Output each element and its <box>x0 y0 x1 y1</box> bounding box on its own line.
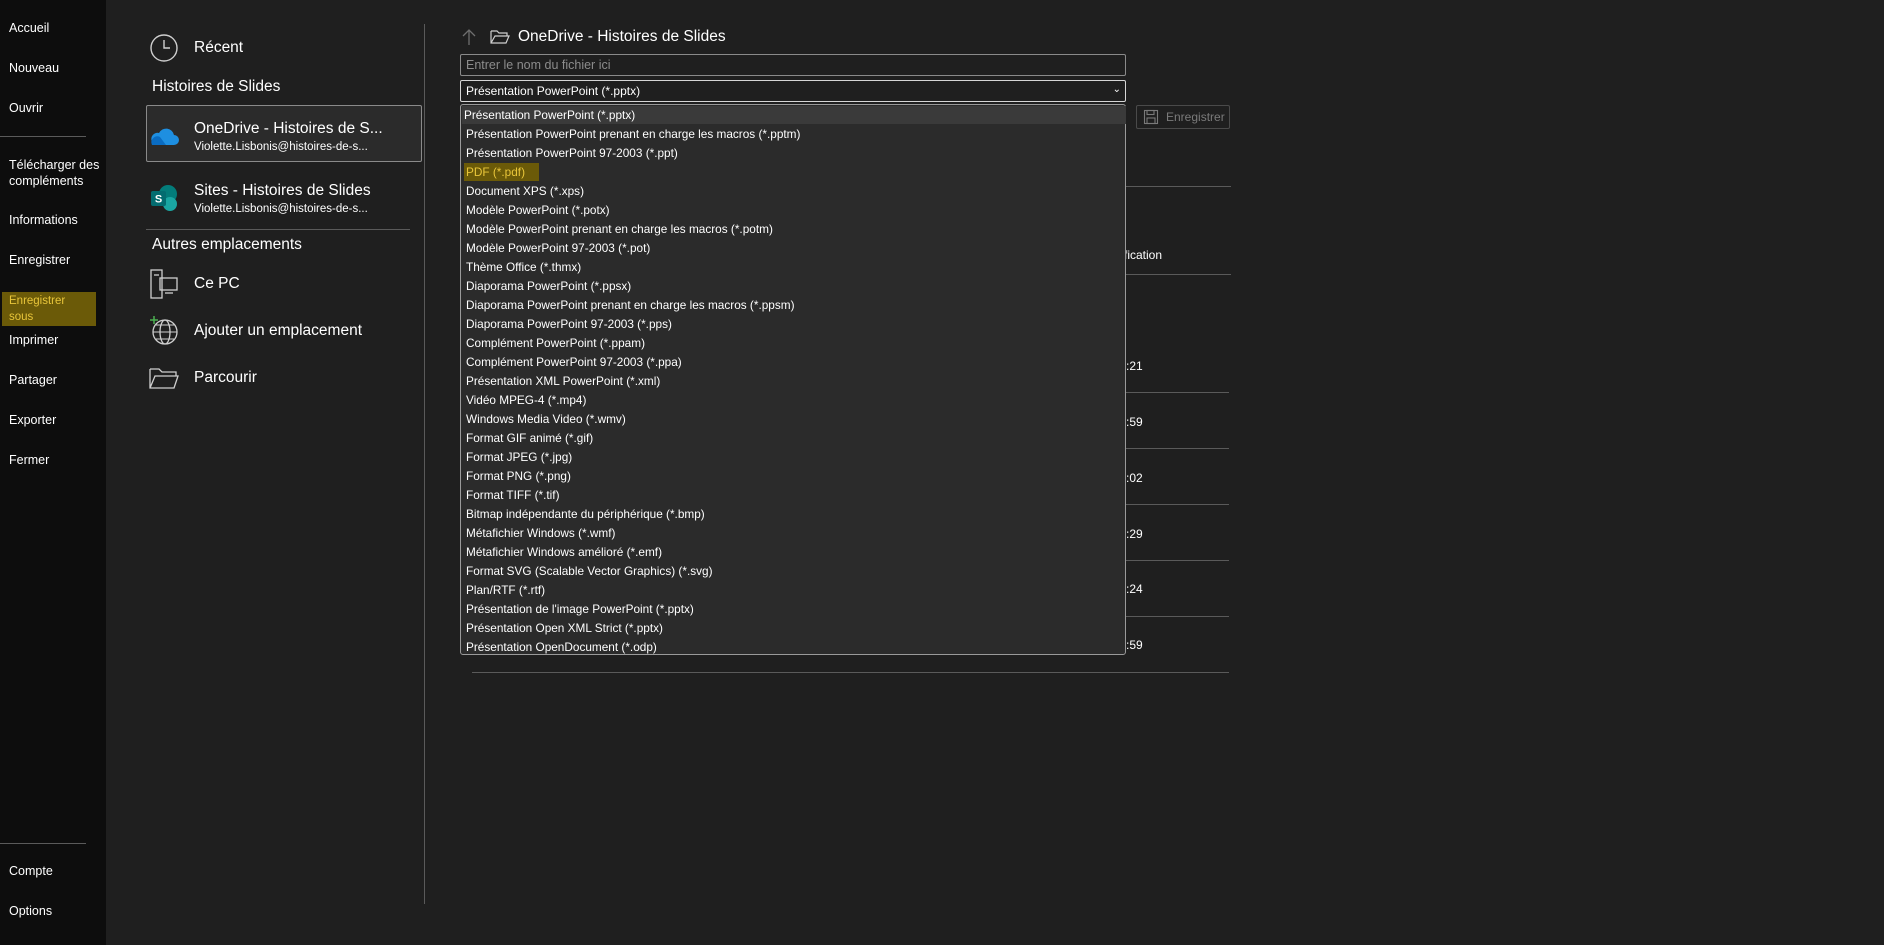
nav-item-share[interactable]: Partager <box>9 372 101 388</box>
save-icon <box>1143 109 1159 125</box>
locations-divider <box>146 229 410 230</box>
nav-item-info[interactable]: Informations <box>9 212 101 228</box>
row-divider <box>1126 504 1229 505</box>
filetype-option[interactable]: Format PNG (*.png) <box>464 467 573 485</box>
filetype-option[interactable]: Présentation PowerPoint (*.pptx) <box>462 106 1126 124</box>
location-onedrive-content[interactable]: OneDrive - Histoires de S... Violette.Li… <box>146 118 383 154</box>
section-org-heading: Histoires de Slides <box>152 78 281 95</box>
file-modified-time: :02 <box>1126 471 1143 485</box>
location-browse[interactable]: Parcourir <box>146 360 257 396</box>
chevron-down-icon: ⌄ <box>1112 84 1121 95</box>
filetype-option[interactable]: Diaporama PowerPoint (*.ppsx) <box>464 277 633 295</box>
backstage-nav: Accueil Nouveau Ouvrir Télécharger des c… <box>0 0 106 945</box>
filetype-option[interactable]: Plan/RTF (*.rtf) <box>464 581 547 599</box>
filetype-option[interactable]: Format TIFF (*.tif) <box>464 486 562 504</box>
filetype-option[interactable]: Diaporama PowerPoint 97-2003 (*.pps) <box>464 315 674 333</box>
nav-item-account[interactable]: Compte <box>9 863 101 879</box>
save-button-label: Enregistrer <box>1166 110 1225 124</box>
sites-account: Violette.Lisbonis@histoires-de-s... <box>194 202 368 215</box>
column-header-modified[interactable]: fication <box>1124 248 1162 262</box>
row-divider <box>472 672 1229 673</box>
file-modified-time: :59 <box>1126 415 1143 429</box>
filetype-option[interactable]: Présentation de l'image PowerPoint (*.pp… <box>464 600 696 618</box>
add-place-label: Ajouter un emplacement <box>194 322 363 339</box>
filetype-option-pdf[interactable]: PDF (*.pdf) <box>464 163 539 181</box>
location-this-pc[interactable]: Ce PC <box>146 266 240 302</box>
file-modified-time: :21 <box>1126 359 1143 373</box>
filetype-selected: Présentation PowerPoint (*.pptx) <box>466 84 641 98</box>
this-pc-label: Ce PC <box>194 275 240 292</box>
onedrive-title: OneDrive - Histoires de S... <box>194 119 383 137</box>
filetype-option[interactable]: Document XPS (*.xps) <box>464 182 586 200</box>
filetype-dropdown: Présentation PowerPoint (*.pptx) Présent… <box>460 104 1126 655</box>
nav-item-save[interactable]: Enregistrer <box>9 252 101 268</box>
filetype-option[interactable]: Présentation PowerPoint prenant en charg… <box>464 125 802 143</box>
folder-open-icon <box>490 29 510 45</box>
row-divider <box>1126 560 1229 561</box>
path-breadcrumb: OneDrive - Histoires de Slides <box>462 28 726 46</box>
filetype-option[interactable]: Format GIF animé (*.gif) <box>464 429 595 447</box>
nav-item-home[interactable]: Accueil <box>9 20 101 36</box>
nav-item-options[interactable]: Options <box>9 903 101 919</box>
nav-item-open[interactable]: Ouvrir <box>9 100 101 116</box>
folder-icon <box>146 360 182 396</box>
filetype-option[interactable]: Présentation XML PowerPoint (*.xml) <box>464 372 662 390</box>
filetype-option[interactable]: Modèle PowerPoint 97-2003 (*.pot) <box>464 239 652 257</box>
filetype-option[interactable]: Modèle PowerPoint (*.potx) <box>464 201 612 219</box>
up-arrow-icon[interactable] <box>462 28 478 46</box>
clock-icon <box>146 30 182 66</box>
filetype-option[interactable]: Vidéo MPEG-4 (*.mp4) <box>464 391 588 409</box>
browse-label: Parcourir <box>194 369 257 386</box>
row-divider <box>1126 616 1229 617</box>
nav-item-export[interactable]: Exporter <box>9 412 101 428</box>
filetype-option[interactable]: Présentation PowerPoint 97-2003 (*.ppt) <box>464 144 680 162</box>
list-divider <box>1126 186 1231 187</box>
nav-item-save-as[interactable]: Enregistrer sous <box>2 292 96 326</box>
filetype-option[interactable]: Bitmap indépendante du périphérique (*.b… <box>464 505 707 523</box>
filetype-option[interactable]: Format SVG (Scalable Vector Graphics) (*… <box>464 562 715 580</box>
filetype-option[interactable]: Windows Media Video (*.wmv) <box>464 410 628 428</box>
onedrive-account: Violette.Lisbonis@histoires-de-s... <box>194 140 368 153</box>
nav-divider <box>0 136 86 137</box>
file-modified-time: :24 <box>1126 582 1143 596</box>
path-text: OneDrive - Histoires de Slides <box>518 28 726 45</box>
filetype-option[interactable]: Métafichier Windows (*.wmf) <box>464 524 617 542</box>
filetype-option[interactable]: Complément PowerPoint 97-2003 (*.ppa) <box>464 353 684 371</box>
filename-input[interactable] <box>460 54 1126 76</box>
location-recent[interactable]: Récent <box>146 30 243 66</box>
filetype-option[interactable]: Présentation Open XML Strict (*.pptx) <box>464 619 665 637</box>
onedrive-cloud-icon <box>146 118 182 154</box>
filetype-option[interactable]: Présentation OpenDocument (*.odp) <box>464 638 659 656</box>
list-divider <box>1126 274 1231 275</box>
sharepoint-icon: S <box>146 180 182 216</box>
filetype-option[interactable]: Thème Office (*.thmx) <box>464 258 583 276</box>
nav-item-get-addins[interactable]: Télécharger des compléments <box>9 157 101 189</box>
filetype-option[interactable]: Diaporama PowerPoint prenant en charge l… <box>464 296 797 314</box>
nav-item-close[interactable]: Fermer <box>9 452 101 468</box>
location-recent-label: Récent <box>194 39 244 56</box>
panel-divider <box>424 24 425 904</box>
globe-add-icon <box>146 313 182 349</box>
save-button[interactable]: Enregistrer <box>1136 105 1230 129</box>
filetype-option[interactable]: Métafichier Windows amélioré (*.emf) <box>464 543 664 561</box>
nav-item-print[interactable]: Imprimer <box>9 332 101 348</box>
nav-item-new[interactable]: Nouveau <box>9 60 101 76</box>
filetype-select[interactable]: Présentation PowerPoint (*.pptx) ⌄ <box>460 80 1126 102</box>
file-modified-time: :29 <box>1126 527 1143 541</box>
location-sites[interactable]: S Sites - Histoires de Slides Violette.L… <box>146 180 371 216</box>
filetype-option[interactable]: Modèle PowerPoint prenant en charge les … <box>464 220 775 238</box>
svg-text:S: S <box>155 194 162 206</box>
filetype-option[interactable]: Complément PowerPoint (*.ppam) <box>464 334 647 352</box>
filetype-option[interactable]: Format JPEG (*.jpg) <box>464 448 574 466</box>
computer-icon <box>146 266 182 302</box>
row-divider <box>1126 448 1229 449</box>
row-divider <box>1126 392 1229 393</box>
location-add-place[interactable]: Ajouter un emplacement <box>146 313 362 349</box>
sites-title: Sites - Histoires de Slides <box>194 181 371 199</box>
nav-divider-bottom <box>0 843 86 844</box>
section-other-heading: Autres emplacements <box>152 236 302 253</box>
file-modified-time: :59 <box>1126 638 1143 652</box>
